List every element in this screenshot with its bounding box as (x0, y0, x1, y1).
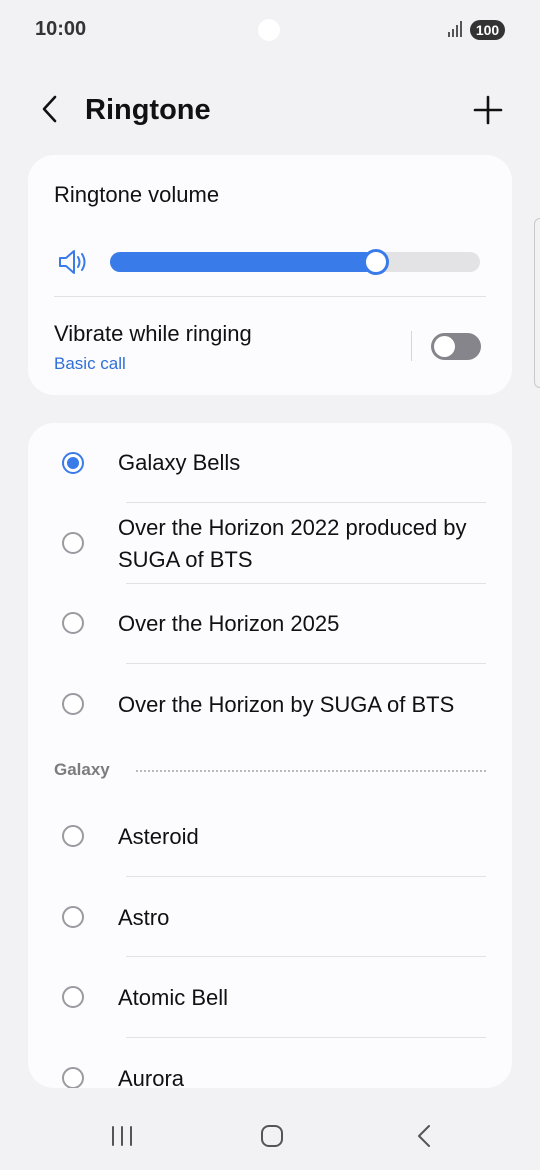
ringtone-label: Over the Horizon by SUGA of BTS (118, 692, 455, 717)
ringtone-label: Atomic Bell (118, 985, 229, 1010)
toggle-knob (434, 336, 455, 357)
radio-button[interactable] (62, 532, 84, 554)
navigation-bar (0, 1100, 540, 1170)
radio-button[interactable] (62, 986, 84, 1008)
add-button[interactable] (472, 94, 504, 126)
list-item[interactable]: Aurora (28, 1059, 512, 1088)
section-header-galaxy: Galaxy (54, 760, 110, 779)
list-item[interactable]: Over the Horizon 2025 (28, 604, 512, 644)
volume-slider[interactable] (110, 249, 480, 275)
scroll-indicator (534, 218, 540, 388)
vibrate-label: Vibrate while ringing (54, 321, 252, 346)
recents-icon[interactable] (110, 1125, 134, 1147)
battery-icon: 100 (470, 20, 505, 40)
camera-cutout (258, 19, 280, 41)
divider (126, 1037, 486, 1038)
vertical-divider (411, 331, 412, 361)
page-title: Ringtone (85, 94, 211, 126)
volume-label: Ringtone volume (54, 182, 220, 207)
vibrate-sub-link[interactable]: Basic call (54, 354, 126, 374)
radio-button[interactable] (62, 825, 84, 847)
list-item[interactable]: Astro (28, 898, 512, 938)
list-item[interactable]: Over the Horizon 2022 produced by SUGA o… (28, 511, 512, 583)
status-time: 10:00 (35, 18, 87, 40)
ringtone-label: Over the Horizon 2025 (118, 611, 340, 636)
divider (54, 296, 486, 297)
divider (126, 956, 486, 957)
ringtone-label: Galaxy Bells (118, 450, 241, 475)
radio-button[interactable] (62, 693, 84, 715)
volume-slider-fill (110, 252, 377, 272)
speaker-icon (59, 250, 86, 274)
radio-button[interactable] (62, 906, 84, 928)
home-icon[interactable] (260, 1124, 284, 1148)
ringtone-label: Aurora (118, 1066, 185, 1088)
radio-button-selected[interactable] (62, 452, 84, 474)
volume-card: Ringtone volume Vibrate while ringing Ba… (28, 155, 512, 395)
status-bar: 10:00 100 (0, 0, 540, 60)
back-button[interactable] (36, 94, 66, 124)
divider (126, 876, 486, 877)
signal-icon (448, 21, 462, 37)
back-nav-icon[interactable] (414, 1124, 434, 1148)
divider (126, 583, 486, 584)
radio-button[interactable] (62, 1067, 84, 1088)
ringtone-list-card: Galaxy Bells Over the Horizon 2022 produ… (28, 423, 512, 1088)
section-dotted-line (136, 770, 486, 772)
list-item[interactable]: Galaxy Bells (28, 443, 512, 483)
ringtone-label: Over the Horizon 2022 produced by SUGA o… (118, 515, 467, 572)
list-item[interactable]: Asteroid (28, 817, 512, 857)
divider (126, 502, 486, 503)
ringtone-label: Astro (118, 905, 170, 930)
radio-button[interactable] (62, 612, 84, 634)
list-item[interactable]: Atomic Bell (28, 978, 512, 1018)
vibrate-toggle[interactable] (431, 333, 481, 360)
divider (126, 663, 486, 664)
list-item[interactable]: Over the Horizon by SUGA of BTS (28, 685, 512, 725)
app-header: Ringtone (0, 80, 540, 140)
ringtone-label: Asteroid (118, 824, 199, 849)
